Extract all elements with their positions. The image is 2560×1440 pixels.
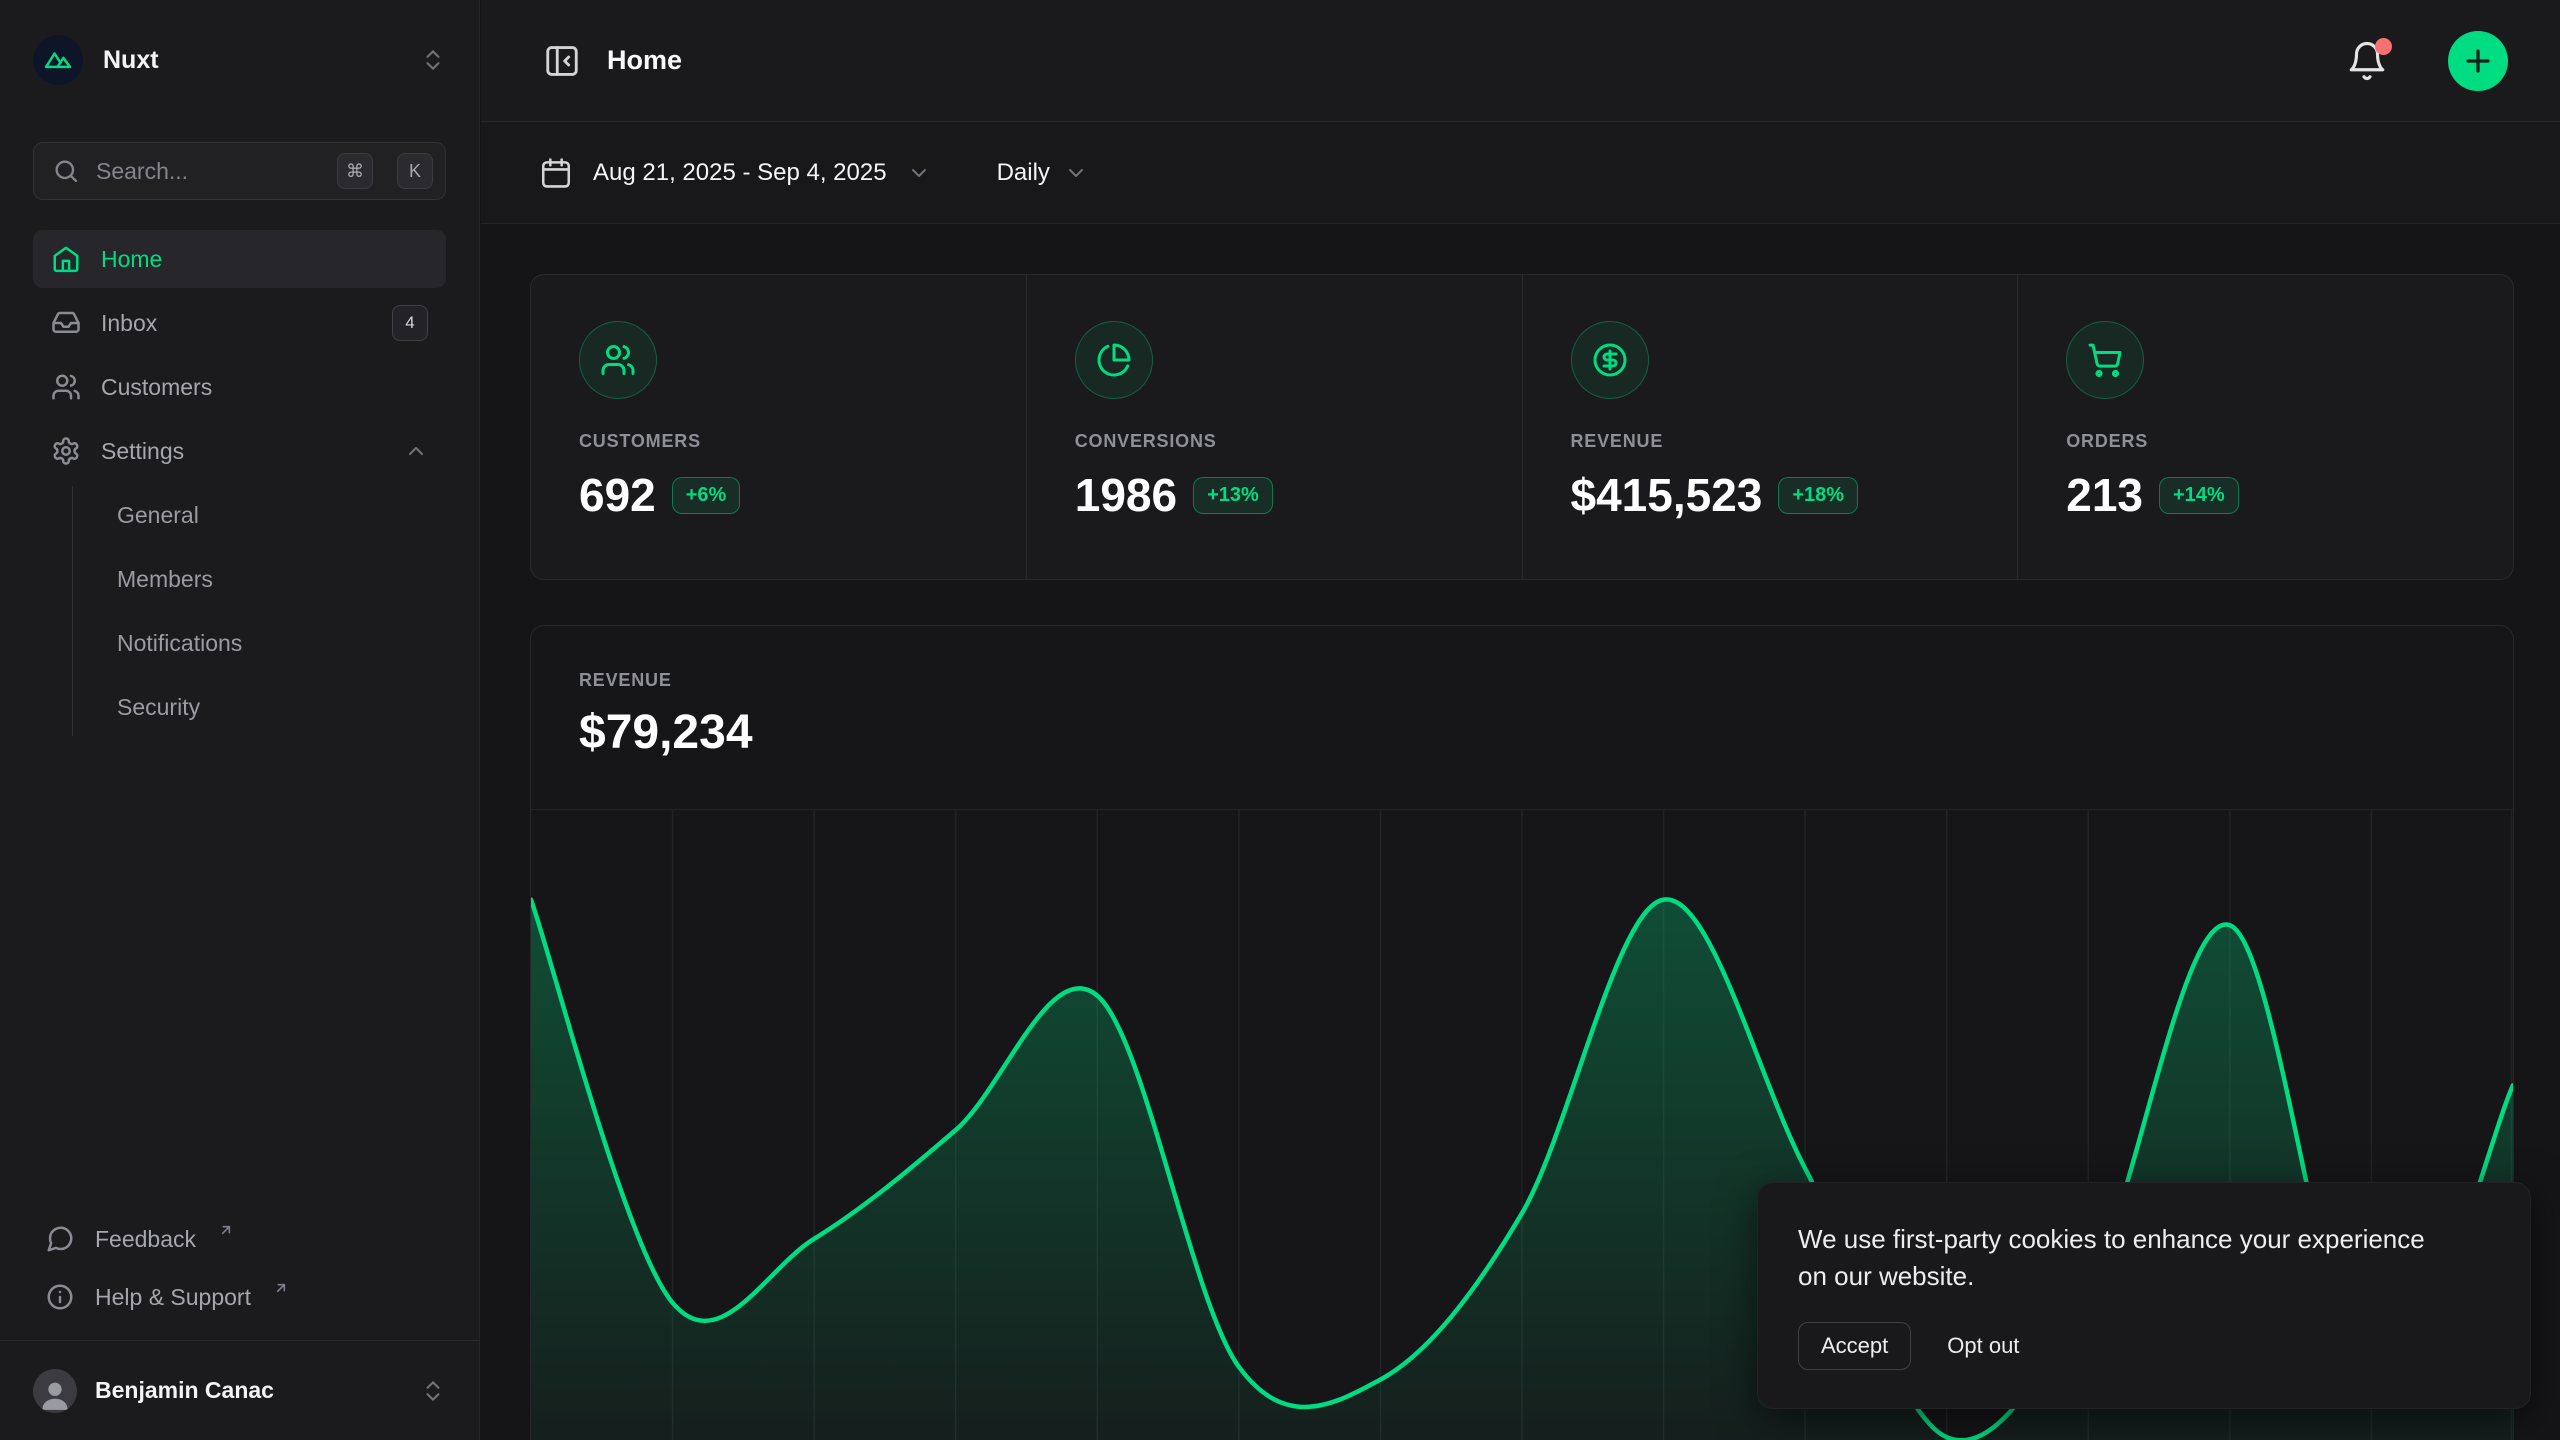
calendar-icon — [539, 156, 573, 190]
notification-dot — [2375, 38, 2392, 55]
date-range-picker[interactable]: Aug 21, 2025 - Sep 4, 2025 — [539, 156, 931, 190]
sidebar-item-label: Inbox — [101, 310, 372, 337]
circle-dollar-icon — [1571, 321, 1649, 399]
user-name: Benjamin Canac — [95, 1377, 402, 1404]
sidebar-item-label: Customers — [101, 374, 428, 401]
stat-card-orders[interactable]: ORDERS 213 +14% — [2017, 275, 2513, 579]
page-header: Home — [481, 0, 2560, 122]
sidebar-item-label: Settings — [101, 438, 384, 465]
settings-subnav: General Members Notifications Security — [72, 486, 446, 736]
chevron-down-icon — [1064, 161, 1088, 185]
sidebar-item-label: Security — [117, 694, 200, 721]
search-input[interactable]: Search... ⌘ K — [33, 142, 446, 200]
stat-card-customers[interactable]: CUSTOMERS 692 +6% — [531, 275, 1026, 579]
home-icon — [51, 244, 81, 274]
sidebar-item-general[interactable]: General — [105, 486, 446, 544]
stat-value: 1986 — [1075, 468, 1177, 522]
chevron-down-icon — [907, 161, 931, 185]
kbd-k: K — [397, 153, 433, 189]
external-link-icon — [218, 1222, 234, 1238]
sidebar-collapse-icon[interactable] — [543, 42, 581, 80]
stat-card-conversions[interactable]: CONVERSIONS 1986 +13% — [1026, 275, 1522, 579]
date-range-value: Aug 21, 2025 - Sep 4, 2025 — [593, 159, 887, 187]
external-link-icon — [273, 1280, 289, 1296]
add-button[interactable] — [2448, 31, 2508, 91]
granularity-select[interactable]: Daily — [997, 159, 1088, 187]
chevrons-up-down-icon — [420, 1378, 446, 1404]
stat-value: 213 — [2066, 468, 2143, 522]
info-circle-icon — [45, 1282, 75, 1312]
stat-label: CONVERSIONS — [1075, 431, 1474, 452]
accept-button[interactable]: Accept — [1798, 1322, 1911, 1370]
sidebar-item-members[interactable]: Members — [105, 550, 446, 608]
app-title: Nuxt — [103, 46, 400, 75]
inbox-count-badge: 4 — [392, 305, 428, 341]
users-icon — [51, 372, 81, 402]
chart-pie-icon — [1075, 321, 1153, 399]
help-support-link[interactable]: Help & Support — [33, 1268, 446, 1326]
sidebar-item-settings[interactable]: Settings — [33, 422, 446, 480]
stat-delta-badge: +14% — [2159, 477, 2239, 514]
help-support-label: Help & Support — [95, 1284, 251, 1311]
sidebar-item-inbox[interactable]: Inbox 4 — [33, 294, 446, 352]
stats-row: CUSTOMERS 692 +6% CONVERSIONS 1986 +13% — [530, 274, 2514, 580]
sidebar-item-label: Notifications — [117, 630, 242, 657]
stat-value: $415,523 — [1571, 468, 1763, 522]
avatar — [33, 1369, 77, 1413]
chevrons-up-down-icon — [420, 47, 446, 73]
feedback-link[interactable]: Feedback — [33, 1210, 446, 1268]
notifications-button[interactable] — [2346, 40, 2388, 82]
dashboard-page: Nuxt Search... ⌘ K — [0, 0, 2560, 1440]
gear-icon — [51, 436, 81, 466]
stat-label: ORDERS — [2066, 431, 2465, 452]
granularity-value: Daily — [997, 159, 1050, 187]
page-title: Home — [607, 45, 2320, 76]
stat-delta-badge: +18% — [1778, 477, 1858, 514]
sidebar-item-notifications[interactable]: Notifications — [105, 614, 446, 672]
sidebar-item-customers[interactable]: Customers — [33, 358, 446, 416]
inbox-icon — [51, 308, 81, 338]
sidebar: Nuxt Search... ⌘ K — [0, 0, 480, 1440]
sidebar-item-label: General — [117, 502, 199, 529]
search-icon — [52, 157, 80, 185]
user-menu[interactable]: Benjamin Canac — [0, 1340, 479, 1440]
sidebar-nav: Home Inbox 4 — [33, 230, 446, 736]
sidebar-item-security[interactable]: Security — [105, 678, 446, 736]
sidebar-item-home[interactable]: Home — [33, 230, 446, 288]
chart-title: REVENUE — [579, 670, 2465, 691]
cookie-message: We use first-party cookies to enhance yo… — [1798, 1221, 2438, 1296]
stat-delta-badge: +6% — [672, 477, 741, 514]
nuxt-logo-icon — [33, 35, 83, 85]
sidebar-item-label: Members — [117, 566, 213, 593]
sidebar-item-label: Home — [101, 246, 428, 273]
opt-out-button[interactable]: Opt out — [1947, 1333, 2019, 1359]
cookie-banner: We use first-party cookies to enhance yo… — [1757, 1182, 2531, 1409]
stat-card-revenue[interactable]: REVENUE $415,523 +18% — [1522, 275, 2018, 579]
workspace-switcher[interactable]: Nuxt — [33, 18, 446, 102]
stat-label: REVENUE — [1571, 431, 1970, 452]
stat-delta-badge: +13% — [1193, 477, 1273, 514]
sidebar-footer: Feedback Help & Support — [0, 1210, 479, 1340]
users-icon — [579, 321, 657, 399]
shopping-cart-icon — [2066, 321, 2144, 399]
filter-bar: Aug 21, 2025 - Sep 4, 2025 Daily — [481, 122, 2560, 224]
search-placeholder: Search... — [96, 158, 321, 185]
kbd-cmd: ⌘ — [337, 153, 373, 189]
message-bubble-icon — [45, 1224, 75, 1254]
chart-total-value: $79,234 — [579, 705, 2465, 760]
chevron-up-icon — [404, 439, 428, 463]
feedback-label: Feedback — [95, 1226, 196, 1253]
stat-value: 692 — [579, 468, 656, 522]
stat-label: CUSTOMERS — [579, 431, 978, 452]
